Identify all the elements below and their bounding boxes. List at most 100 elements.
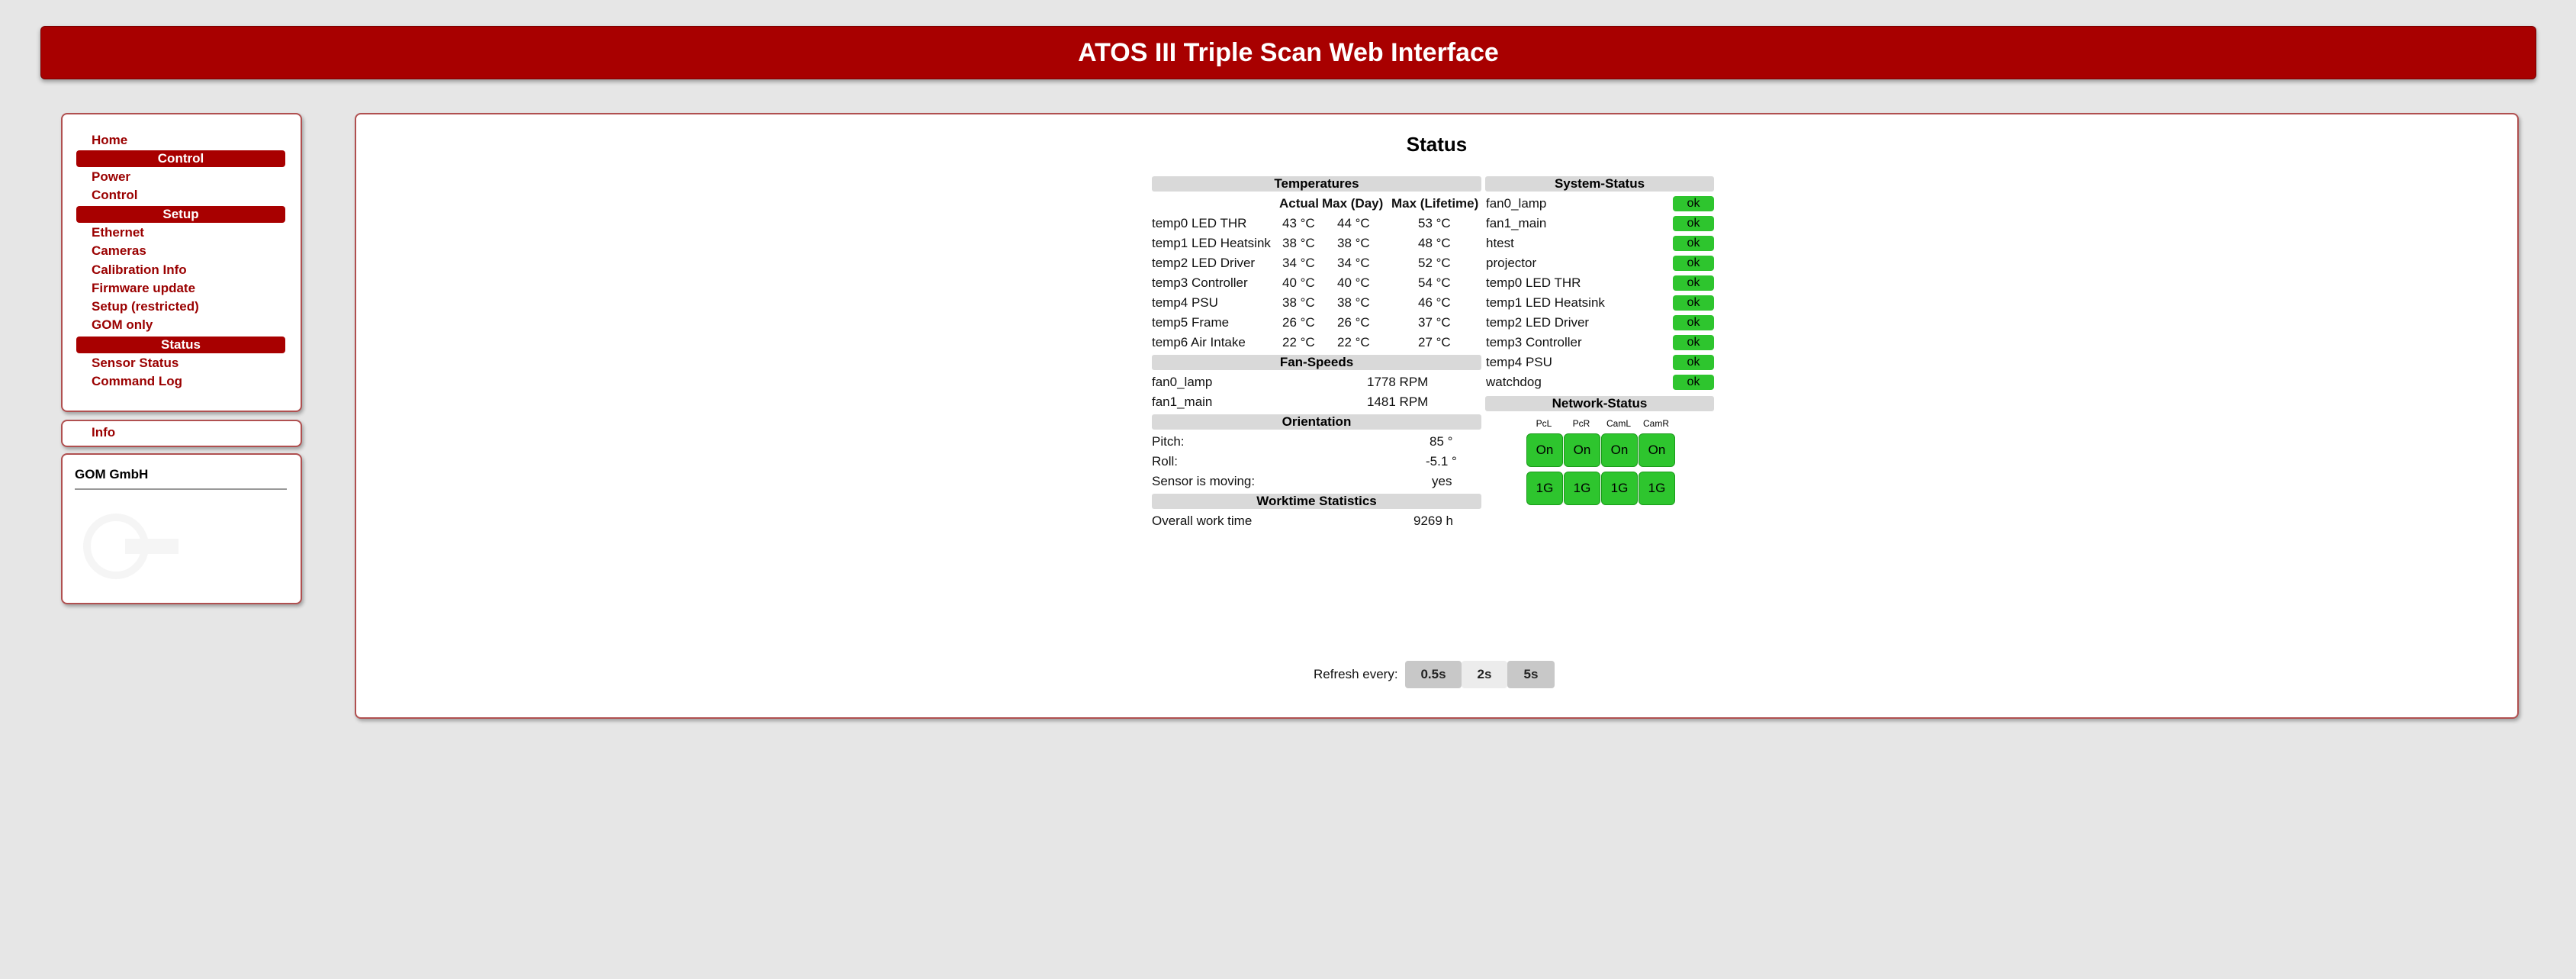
orientation-heading: Orientation xyxy=(1152,414,1481,430)
refresh-option-0-5s[interactable]: 0.5s xyxy=(1405,661,1462,688)
status-badge: ok xyxy=(1673,256,1714,271)
status-badge: ok xyxy=(1673,355,1714,370)
temp-max-day: 38 °C xyxy=(1337,295,1370,310)
nav-power[interactable]: Power xyxy=(92,169,130,185)
temp-actual: 38 °C xyxy=(1282,236,1315,250)
temp-actual: 40 °C xyxy=(1282,275,1315,290)
company-name: GOM GmbH xyxy=(75,467,149,481)
refresh-option-2s[interactable]: 2s xyxy=(1462,661,1507,688)
network-col-caml: CamL xyxy=(1606,418,1631,429)
status-badge: ok xyxy=(1673,315,1714,330)
temp-max-life: 53 °C xyxy=(1418,216,1451,230)
status-badge: ok xyxy=(1673,236,1714,251)
status-badge: ok xyxy=(1673,375,1714,390)
temp-col-max-day: Max (Day) xyxy=(1322,196,1384,211)
temp-col-actual: Actual xyxy=(1279,196,1319,211)
nav-info[interactable]: Info xyxy=(92,425,115,440)
network-speed-camr: 1G xyxy=(1639,472,1675,505)
orientation-name: Pitch: xyxy=(1152,434,1185,449)
orientation-value: 85 ° xyxy=(1430,434,1453,449)
system-item-name: projector xyxy=(1486,256,1537,270)
fan-speeds-heading: Fan-Speeds xyxy=(1152,355,1481,370)
fan-name: fan1_main xyxy=(1152,394,1213,409)
temp-max-day: 38 °C xyxy=(1337,236,1370,250)
page-title: Status xyxy=(1406,133,1468,156)
network-link-camr: On xyxy=(1639,433,1675,467)
temp-max-life: 48 °C xyxy=(1418,236,1451,250)
temp-actual: 34 °C xyxy=(1282,256,1315,270)
nav-command-log[interactable]: Command Log xyxy=(92,374,182,389)
nav-gom-only[interactable]: GOM only xyxy=(92,317,153,333)
temp-max-life: 46 °C xyxy=(1418,295,1451,310)
temp-name: temp2 LED Driver xyxy=(1152,256,1256,270)
system-item-name: htest xyxy=(1486,236,1514,250)
company-panel: GOM GmbH xyxy=(61,453,302,604)
refresh-label: Refresh every: xyxy=(1314,667,1398,681)
temp-actual: 38 °C xyxy=(1282,295,1315,310)
temp-name: temp4 PSU xyxy=(1152,295,1218,310)
nav-home[interactable]: Home xyxy=(92,133,127,148)
orientation-value: -5.1 ° xyxy=(1426,454,1457,469)
temp-name: temp6 Air Intake xyxy=(1152,335,1246,349)
network-col-camr: CamR xyxy=(1642,418,1669,429)
temp-max-day: 22 °C xyxy=(1337,335,1370,349)
temp-name: temp3 Controller xyxy=(1152,275,1248,290)
network-link-caml: On xyxy=(1601,433,1638,467)
temp-max-day: 26 °C xyxy=(1337,315,1370,330)
nav-setup-restricted[interactable]: Setup (restricted) xyxy=(92,299,199,314)
worktime-heading: Worktime Statistics xyxy=(1152,494,1481,509)
nav-cameras[interactable]: Cameras xyxy=(92,243,146,259)
system-item-name: temp3 Controller xyxy=(1486,335,1582,349)
app-header: ATOS III Triple Scan Web Interface xyxy=(40,26,2536,79)
temp-name: temp5 Frame xyxy=(1152,315,1230,330)
company-divider xyxy=(75,488,287,490)
app-title: ATOS III Triple Scan Web Interface xyxy=(1078,37,1499,67)
temp-col-max-life: Max (Lifetime) xyxy=(1391,196,1479,211)
company-logo-icon xyxy=(83,514,178,579)
nav-section-setup: Setup xyxy=(76,206,285,223)
temp-max-life: 54 °C xyxy=(1418,275,1451,290)
nav-ethernet[interactable]: Ethernet xyxy=(92,225,144,240)
temp-max-day: 34 °C xyxy=(1337,256,1370,270)
temp-max-day: 40 °C xyxy=(1337,275,1370,290)
network-col-pcl: PcL xyxy=(1536,418,1552,429)
status-badge: ok xyxy=(1673,196,1714,211)
status-badge: ok xyxy=(1673,335,1714,350)
nav-panel: Home Control Power Control Setup Etherne… xyxy=(61,113,302,412)
network-status-heading: Network-Status xyxy=(1485,396,1714,411)
temp-name: temp1 LED Heatsink xyxy=(1152,236,1271,250)
nav-calibration-info[interactable]: Calibration Info xyxy=(92,262,187,278)
network-speed-pcr: 1G xyxy=(1564,472,1600,505)
system-item-name: fan0_lamp xyxy=(1486,196,1547,211)
system-item-name: temp4 PSU xyxy=(1486,355,1552,369)
nav-control[interactable]: Control xyxy=(92,188,137,203)
worktime-name: Overall work time xyxy=(1152,514,1253,528)
refresh-option-5s[interactable]: 5s xyxy=(1507,661,1555,688)
system-item-name: temp1 LED Heatsink xyxy=(1486,295,1605,310)
system-status-heading: System-Status xyxy=(1485,176,1714,192)
fan-value: 1481 RPM xyxy=(1367,394,1429,409)
orientation-name: Roll: xyxy=(1152,454,1179,469)
temp-max-life: 37 °C xyxy=(1418,315,1451,330)
nav-sensor-status[interactable]: Sensor Status xyxy=(92,356,178,371)
temp-name: temp0 LED THR xyxy=(1152,216,1247,230)
fan-value: 1778 RPM xyxy=(1367,375,1429,389)
nav-firmware-update[interactable]: Firmware update xyxy=(92,281,195,296)
temp-max-life: 52 °C xyxy=(1418,256,1451,270)
temp-actual: 26 °C xyxy=(1282,315,1315,330)
status-badge: ok xyxy=(1673,275,1714,291)
temp-actual: 22 °C xyxy=(1282,335,1315,349)
nav-section-control: Control xyxy=(76,150,285,167)
temp-max-day: 44 °C xyxy=(1337,216,1370,230)
status-badge: ok xyxy=(1673,295,1714,311)
worktime-value: 9269 h xyxy=(1413,514,1453,528)
temp-max-life: 27 °C xyxy=(1418,335,1451,349)
temp-actual: 43 °C xyxy=(1282,216,1315,230)
network-link-pcr: On xyxy=(1564,433,1600,467)
system-item-name: temp0 LED THR xyxy=(1486,275,1581,290)
network-link-pcl: On xyxy=(1526,433,1563,467)
orientation-name: Sensor is moving: xyxy=(1152,474,1256,488)
status-badge: ok xyxy=(1673,216,1714,231)
orientation-value: yes xyxy=(1432,474,1452,488)
fan-name: fan0_lamp xyxy=(1152,375,1213,389)
